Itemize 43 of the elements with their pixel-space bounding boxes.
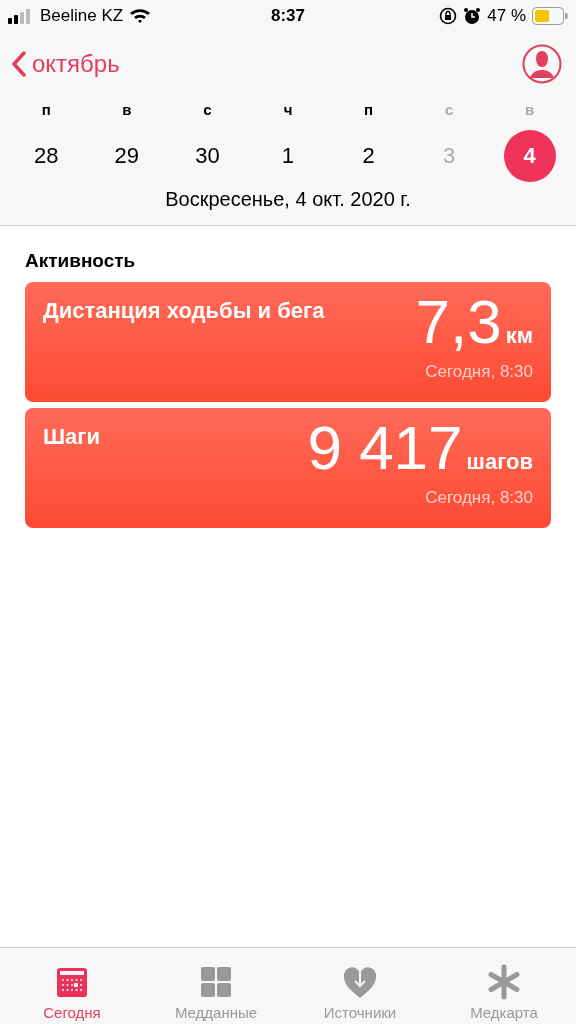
day-button[interactable]: 30 — [181, 130, 234, 182]
carrier-name: Beeline KZ — [40, 6, 124, 26]
activity-card[interactable]: Шаги 9 417 шагов Сегодня, 8:30 — [25, 408, 551, 528]
metric-value: 7,3 — [415, 286, 502, 358]
weekday-label: п — [40, 100, 52, 120]
chevron-left-icon — [12, 51, 26, 77]
asterisk-icon — [486, 964, 522, 1000]
selected-date: Воскресенье, 4 окт. 2020 г. — [164, 188, 412, 212]
tab-button[interactable]: Медданные — [144, 948, 288, 1024]
card-title: Шаги — [43, 423, 101, 451]
grid-icon — [198, 964, 234, 1000]
battery-percent: 47 % — [487, 6, 526, 26]
wifi-icon — [129, 8, 152, 24]
tab-button[interactable]: Медкарта — [432, 948, 576, 1024]
battery-icon — [532, 7, 568, 25]
back-button[interactable]: октябрь — [12, 50, 120, 78]
weekday-label: в — [121, 100, 133, 120]
timestamp: Сегодня, 8:30 — [425, 362, 533, 382]
day-button[interactable]: 3 — [423, 130, 476, 182]
alarm-icon — [463, 7, 482, 25]
clock-time: 8:37 — [271, 6, 305, 26]
tab-button[interactable]: Источники — [288, 948, 432, 1024]
card-title: Дистанция ходьбы и бега — [43, 297, 325, 325]
metric-unit: км — [505, 323, 533, 349]
weekday-label: с — [202, 100, 213, 120]
heart-icon — [342, 964, 378, 1000]
profile-icon[interactable] — [522, 44, 562, 84]
day-button[interactable]: 1 — [262, 130, 314, 182]
weekday-label: с — [443, 100, 455, 120]
day-button[interactable]: 29 — [100, 130, 153, 182]
day-button[interactable]: 2 — [342, 130, 395, 182]
weekday-label: п — [363, 100, 375, 120]
rotation-lock-icon — [439, 7, 458, 25]
section-title: Активность — [25, 250, 137, 272]
metric-unit: шагов — [466, 449, 533, 475]
day-button[interactable]: 28 — [20, 130, 73, 182]
activity-card[interactable]: Дистанция ходьбы и бега 7,3 км Сегодня, 8:30 — [25, 282, 551, 402]
tab-button[interactable]: Сегодня — [0, 948, 144, 1024]
metric-value: 9 417 — [307, 412, 463, 484]
timestamp: Сегодня, 8:30 — [425, 488, 533, 508]
weekday-label: ч — [282, 100, 294, 120]
day-button[interactable]: 4 — [503, 130, 556, 182]
weekday-label: в — [524, 100, 536, 120]
